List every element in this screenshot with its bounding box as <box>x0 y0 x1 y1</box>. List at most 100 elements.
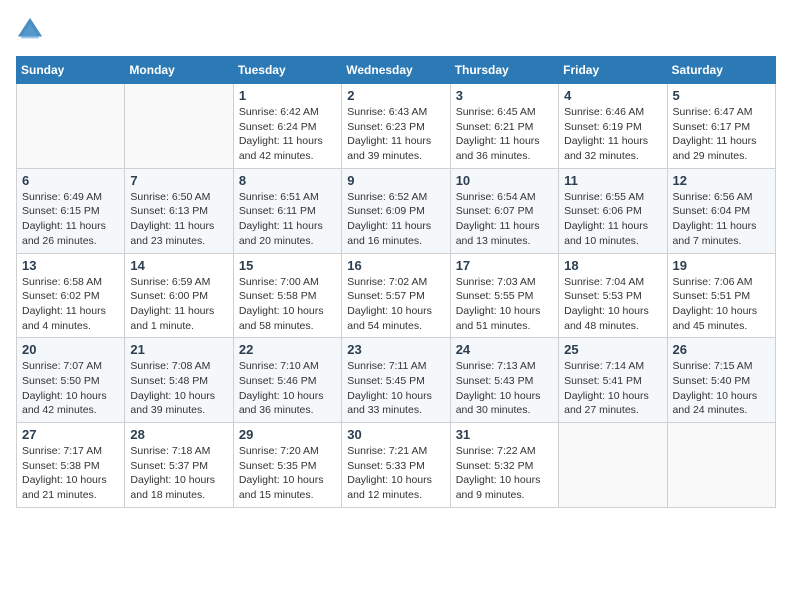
day-info: Sunrise: 7:18 AMSunset: 5:37 PMDaylight:… <box>130 444 227 503</box>
day-info: Sunrise: 6:46 AMSunset: 6:19 PMDaylight:… <box>564 105 661 164</box>
day-info: Sunrise: 6:55 AMSunset: 6:06 PMDaylight:… <box>564 190 661 249</box>
calendar-cell <box>125 84 233 169</box>
day-number: 5 <box>673 88 770 103</box>
calendar-cell: 28 Sunrise: 7:18 AMSunset: 5:37 PMDayligh… <box>125 423 233 508</box>
weekday-header-monday: Monday <box>125 57 233 84</box>
day-number: 11 <box>564 173 661 188</box>
calendar-cell: 1 Sunrise: 6:42 AMSunset: 6:24 PMDaylight… <box>233 84 341 169</box>
day-info: Sunrise: 7:03 AMSunset: 5:55 PMDaylight:… <box>456 275 553 334</box>
day-info: Sunrise: 6:58 AMSunset: 6:02 PMDaylight:… <box>22 275 119 334</box>
calendar-cell: 16Sunrise: 7:02 AMSunset: 5:57 PMDayligh… <box>342 253 450 338</box>
day-number: 17 <box>456 258 553 273</box>
calendar-cell: 8 Sunrise: 6:51 AMSunset: 6:11 PMDaylight… <box>233 168 341 253</box>
calendar-cell: 24 Sunrise: 7:13 AMSunset: 5:43 PMDayligh… <box>450 338 558 423</box>
calendar-cell: 3 Sunrise: 6:45 AMSunset: 6:21 PMDaylight… <box>450 84 558 169</box>
day-info: Sunrise: 6:45 AMSunset: 6:21 PMDaylight:… <box>456 105 553 164</box>
day-number: 16 <box>347 258 444 273</box>
day-info: Sunrise: 7:17 AMSunset: 5:38 PMDaylight:… <box>22 444 119 503</box>
day-number: 2 <box>347 88 444 103</box>
day-number: 14 <box>130 258 227 273</box>
calendar-cell: 27 Sunrise: 7:17 AMSunset: 5:38 PMDayligh… <box>17 423 125 508</box>
calendar-cell: 4 Sunrise: 6:46 AMSunset: 6:19 PMDaylight… <box>559 84 667 169</box>
calendar-cell: 10 Sunrise: 6:54 AMSunset: 6:07 PMDayligh… <box>450 168 558 253</box>
calendar-cell <box>559 423 667 508</box>
calendar-week-row: 6 Sunrise: 6:49 AMSunset: 6:15 PMDaylight… <box>17 168 776 253</box>
day-number: 26 <box>673 342 770 357</box>
day-info: Sunrise: 6:42 AMSunset: 6:24 PMDaylight:… <box>239 105 336 164</box>
calendar-week-row: 1 Sunrise: 6:42 AMSunset: 6:24 PMDaylight… <box>17 84 776 169</box>
calendar-cell <box>17 84 125 169</box>
day-number: 24 <box>456 342 553 357</box>
calendar-cell: 9Sunrise: 6:52 AMSunset: 6:09 PMDaylight… <box>342 168 450 253</box>
calendar-cell: 29 Sunrise: 7:20 AMSunset: 5:35 PMDayligh… <box>233 423 341 508</box>
day-info: Sunrise: 7:00 AMSunset: 5:58 PMDaylight:… <box>239 275 336 334</box>
calendar-cell: 18Sunrise: 7:04 AMSunset: 5:53 PMDayligh… <box>559 253 667 338</box>
day-info: Sunrise: 7:10 AMSunset: 5:46 PMDaylight:… <box>239 359 336 418</box>
calendar-week-row: 13 Sunrise: 6:58 AMSunset: 6:02 PMDayligh… <box>17 253 776 338</box>
day-info: Sunrise: 6:59 AMSunset: 6:00 PMDaylight:… <box>130 275 227 334</box>
calendar-cell: 13 Sunrise: 6:58 AMSunset: 6:02 PMDayligh… <box>17 253 125 338</box>
calendar-cell: 2 Sunrise: 6:43 AMSunset: 6:23 PMDaylight… <box>342 84 450 169</box>
day-info: Sunrise: 7:20 AMSunset: 5:35 PMDaylight:… <box>239 444 336 503</box>
day-info: Sunrise: 6:51 AMSunset: 6:11 PMDaylight:… <box>239 190 336 249</box>
calendar-cell: 30Sunrise: 7:21 AMSunset: 5:33 PMDayligh… <box>342 423 450 508</box>
day-info: Sunrise: 6:52 AMSunset: 6:09 PMDaylight:… <box>347 190 444 249</box>
day-number: 25 <box>564 342 661 357</box>
day-number: 30 <box>347 427 444 442</box>
weekday-header-sunday: Sunday <box>17 57 125 84</box>
day-info: Sunrise: 7:11 AMSunset: 5:45 PMDaylight:… <box>347 359 444 418</box>
calendar-cell: 21Sunrise: 7:08 AMSunset: 5:48 PMDayligh… <box>125 338 233 423</box>
day-number: 6 <box>22 173 119 188</box>
calendar-cell: 31 Sunrise: 7:22 AMSunset: 5:32 PMDayligh… <box>450 423 558 508</box>
day-info: Sunrise: 6:47 AMSunset: 6:17 PMDaylight:… <box>673 105 770 164</box>
day-info: Sunrise: 7:06 AMSunset: 5:51 PMDaylight:… <box>673 275 770 334</box>
day-info: Sunrise: 6:56 AMSunset: 6:04 PMDaylight:… <box>673 190 770 249</box>
day-number: 8 <box>239 173 336 188</box>
day-number: 29 <box>239 427 336 442</box>
day-info: Sunrise: 7:13 AMSunset: 5:43 PMDaylight:… <box>456 359 553 418</box>
day-number: 1 <box>239 88 336 103</box>
calendar-cell: 11 Sunrise: 6:55 AMSunset: 6:06 PMDayligh… <box>559 168 667 253</box>
logo <box>16 16 48 44</box>
day-info: Sunrise: 6:50 AMSunset: 6:13 PMDaylight:… <box>130 190 227 249</box>
day-info: Sunrise: 6:43 AMSunset: 6:23 PMDaylight:… <box>347 105 444 164</box>
calendar-cell: 20Sunrise: 7:07 AMSunset: 5:50 PMDayligh… <box>17 338 125 423</box>
calendar-cell: 17 Sunrise: 7:03 AMSunset: 5:55 PMDayligh… <box>450 253 558 338</box>
day-number: 28 <box>130 427 227 442</box>
day-info: Sunrise: 6:49 AMSunset: 6:15 PMDaylight:… <box>22 190 119 249</box>
calendar-cell: 25 Sunrise: 7:14 AMSunset: 5:41 PMDayligh… <box>559 338 667 423</box>
calendar-cell <box>667 423 775 508</box>
day-info: Sunrise: 7:04 AMSunset: 5:53 PMDaylight:… <box>564 275 661 334</box>
day-info: Sunrise: 7:15 AMSunset: 5:40 PMDaylight:… <box>673 359 770 418</box>
weekday-header-row: SundayMondayTuesdayWednesdayThursdayFrid… <box>17 57 776 84</box>
calendar-cell: 14 Sunrise: 6:59 AMSunset: 6:00 PMDayligh… <box>125 253 233 338</box>
weekday-header-wednesday: Wednesday <box>342 57 450 84</box>
calendar-cell: 19 Sunrise: 7:06 AMSunset: 5:51 PMDayligh… <box>667 253 775 338</box>
calendar-table: SundayMondayTuesdayWednesdayThursdayFrid… <box>16 56 776 508</box>
calendar-cell: 12 Sunrise: 6:56 AMSunset: 6:04 PMDayligh… <box>667 168 775 253</box>
day-number: 7 <box>130 173 227 188</box>
day-number: 12 <box>673 173 770 188</box>
day-number: 13 <box>22 258 119 273</box>
day-number: 10 <box>456 173 553 188</box>
day-info: Sunrise: 7:07 AMSunset: 5:50 PMDaylight:… <box>22 359 119 418</box>
day-info: Sunrise: 6:54 AMSunset: 6:07 PMDaylight:… <box>456 190 553 249</box>
day-number: 4 <box>564 88 661 103</box>
page-header <box>16 16 776 44</box>
calendar-week-row: 20Sunrise: 7:07 AMSunset: 5:50 PMDayligh… <box>17 338 776 423</box>
day-number: 27 <box>22 427 119 442</box>
day-number: 21 <box>130 342 227 357</box>
logo-icon <box>16 16 44 44</box>
weekday-header-saturday: Saturday <box>667 57 775 84</box>
day-number: 19 <box>673 258 770 273</box>
calendar-cell: 26 Sunrise: 7:15 AMSunset: 5:40 PMDayligh… <box>667 338 775 423</box>
day-info: Sunrise: 7:14 AMSunset: 5:41 PMDaylight:… <box>564 359 661 418</box>
calendar-cell: 22Sunrise: 7:10 AMSunset: 5:46 PMDayligh… <box>233 338 341 423</box>
calendar-cell: 15 Sunrise: 7:00 AMSunset: 5:58 PMDayligh… <box>233 253 341 338</box>
calendar-cell: 6 Sunrise: 6:49 AMSunset: 6:15 PMDaylight… <box>17 168 125 253</box>
day-info: Sunrise: 7:22 AMSunset: 5:32 PMDaylight:… <box>456 444 553 503</box>
day-number: 15 <box>239 258 336 273</box>
day-number: 3 <box>456 88 553 103</box>
day-number: 31 <box>456 427 553 442</box>
day-number: 23 <box>347 342 444 357</box>
